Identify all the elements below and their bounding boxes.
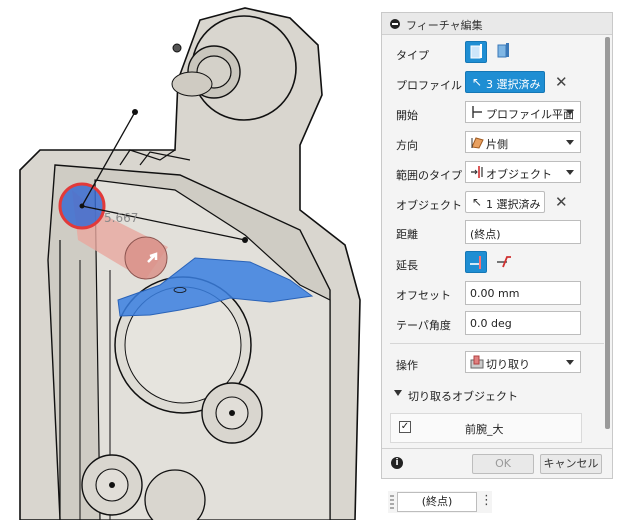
chevron-down-icon — [566, 170, 574, 175]
direction-dropdown[interactable]: 片側 — [465, 131, 581, 153]
chevron-down-icon — [566, 140, 574, 145]
profile-plane-icon — [472, 106, 482, 118]
operation-label: 操作 — [396, 359, 418, 372]
type-thin-button[interactable] — [493, 41, 515, 63]
collapse-icon[interactable] — [390, 19, 400, 29]
section-header[interactable]: 切り取るオブジェクト — [382, 383, 606, 409]
cursor-arrow-icon: ↖ — [472, 195, 483, 209]
cut-icon — [470, 355, 484, 369]
offset-value: 0.00 mm — [470, 287, 520, 300]
origin-point-icon — [172, 43, 182, 53]
dimension-label[interactable]: 5.667 — [104, 211, 138, 225]
drag-handle-icon[interactable] — [390, 495, 394, 509]
row-operation: 操作 切り取り — [382, 351, 606, 377]
model-drawing[interactable]: 5.667 — [0, 0, 378, 523]
thin-extrude-icon — [497, 43, 509, 58]
section-collapse-icon[interactable] — [394, 390, 402, 396]
edit-feature-panel: フィーチャ編集 タイプ プロファイル ↖ 3 選択済み ✕ 開始 プロファイル平… — [381, 12, 613, 479]
offset-label: オフセット — [396, 289, 451, 302]
row-distance: 距離 (終点) — [382, 220, 606, 246]
section-title: 切り取るオブジェクト — [408, 390, 518, 403]
distance-field[interactable]: (終点) — [465, 220, 581, 244]
offset-field[interactable]: 0.00 mm — [465, 281, 581, 305]
floating-distance-field[interactable]: (終点) — [397, 492, 477, 512]
object-select-button[interactable]: ↖ 1 選択済み — [465, 191, 545, 213]
distance-value: (終点) — [470, 228, 501, 241]
extent-type-dropdown[interactable]: オブジェクト — [465, 161, 581, 183]
objects-to-cut-list: ✓ 前腕_大 — [390, 413, 582, 443]
cancel-button[interactable]: キャンセル — [540, 454, 602, 474]
type-label: タイプ — [396, 49, 429, 62]
taper-value: 0.0 deg — [470, 317, 512, 330]
cursor-arrow-icon: ↖ — [472, 75, 483, 89]
start-label: 開始 — [396, 109, 418, 122]
row-extend: 延長 — [382, 251, 606, 277]
start-value: プロファイル平面 — [486, 108, 574, 121]
start-dropdown[interactable]: プロファイル平面 — [465, 101, 581, 123]
panel-scrollbar[interactable] — [605, 37, 610, 429]
extent-type-label: 範囲のタイプ — [396, 169, 462, 182]
row-direction: 方向 片側 — [382, 131, 606, 157]
direction-label: 方向 — [396, 139, 418, 152]
solid-extrude-icon — [470, 44, 482, 59]
extend-adjacent-icon — [497, 256, 511, 268]
canvas-viewport[interactable]: 5.667 — [0, 0, 378, 523]
one-side-icon — [471, 137, 484, 149]
panel-title: フィーチャ編集 — [406, 19, 483, 32]
row-offset: オフセット 0.00 mm — [382, 281, 606, 307]
object-label: オブジェクト — [396, 199, 462, 212]
operation-dropdown[interactable]: 切り取り — [465, 351, 581, 373]
extend-label: 延長 — [396, 259, 418, 272]
direction-value: 片側 — [486, 138, 508, 151]
object-clear-icon[interactable]: ✕ — [555, 195, 568, 210]
extend-face-icon — [470, 256, 481, 269]
row-object: オブジェクト ↖ 1 選択済み ✕ — [382, 191, 606, 217]
type-solid-button[interactable] — [465, 41, 487, 63]
row-extent-type: 範囲のタイプ オブジェクト — [382, 161, 606, 187]
operation-value: 切り取り — [486, 358, 530, 371]
profile-label: プロファイル — [396, 79, 462, 92]
to-object-icon — [471, 166, 483, 178]
profile-select-value: 3 選択済み — [486, 78, 541, 91]
info-icon[interactable]: i — [391, 457, 403, 469]
extend-to-face-button[interactable] — [465, 251, 487, 273]
row-profile: プロファイル ↖ 3 選択済み ✕ — [382, 71, 606, 97]
object-checkbox[interactable]: ✓ — [399, 421, 411, 433]
divider — [390, 343, 604, 344]
object-select-value: 1 選択済み — [486, 198, 541, 211]
profile-clear-icon[interactable]: ✕ — [555, 75, 568, 90]
floating-value-input: (終点) ⋮ — [388, 491, 493, 513]
distance-label: 距離 — [396, 228, 418, 241]
chevron-down-icon — [566, 360, 574, 365]
chevron-down-icon — [566, 110, 574, 115]
profile-select-button[interactable]: ↖ 3 選択済み — [465, 71, 545, 93]
ok-button[interactable]: OK — [472, 454, 534, 474]
row-start: 開始 プロファイル平面 — [382, 101, 606, 127]
taper-field[interactable]: 0.0 deg — [465, 311, 581, 335]
panel-titlebar[interactable]: フィーチャ編集 — [382, 13, 612, 35]
panel-footer: i OK キャンセル — [382, 448, 612, 478]
object-name: 前腕_大 — [465, 423, 504, 436]
extent-type-value: オブジェクト — [486, 168, 552, 181]
taper-label: テーパ角度 — [396, 319, 451, 332]
row-type: タイプ — [382, 41, 606, 67]
extend-adjacent-button[interactable] — [493, 251, 515, 273]
row-taper: テーパ角度 0.0 deg — [382, 311, 606, 337]
more-options-icon[interactable]: ⋮ — [480, 492, 493, 510]
